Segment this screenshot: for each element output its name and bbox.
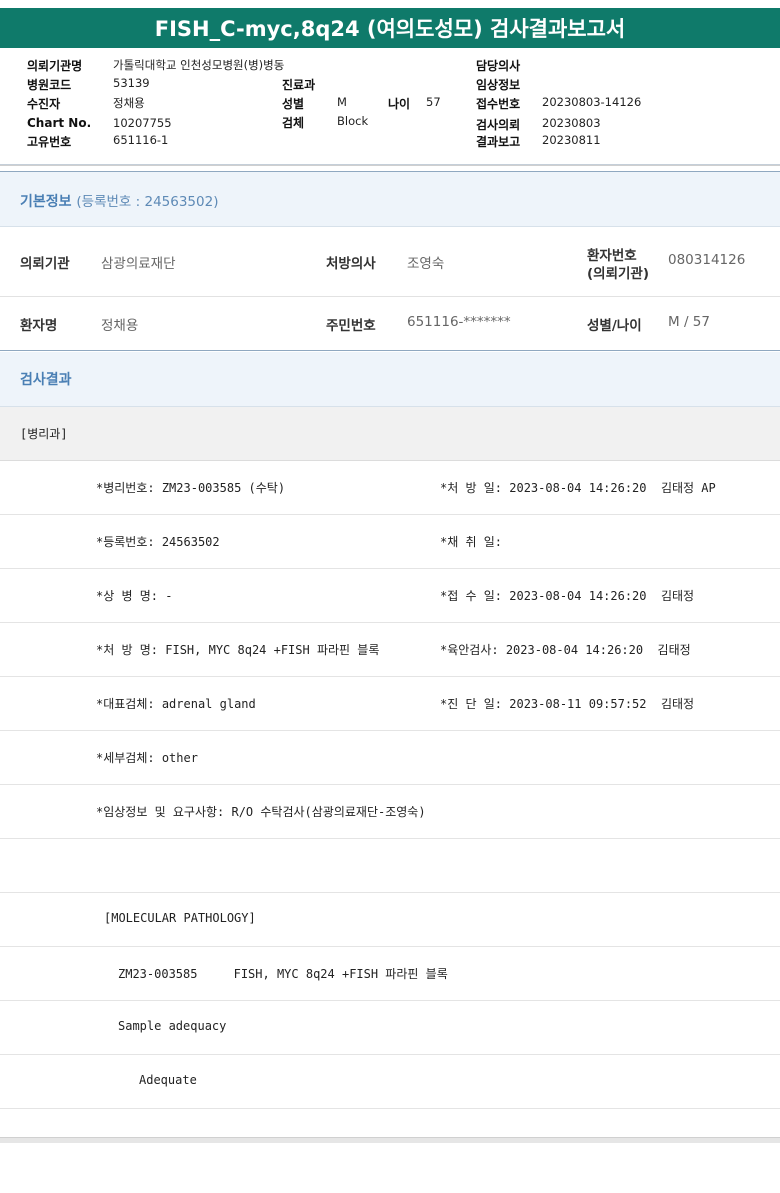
result-right: *처 방 일: 2023-08-04 14:26:20 김태정 AP	[440, 481, 716, 495]
sex-age-value: M / 57	[668, 314, 710, 330]
results-heading: 검사결과	[0, 352, 780, 407]
department-row: [병리과]	[0, 407, 780, 461]
header-label-clinical-info: 임상정보	[476, 78, 521, 92]
header-label-result-report: 결과보고	[476, 135, 521, 149]
basic-info-registration: (등록번호 : 24563502)	[76, 194, 219, 210]
header-value-hospital-code: 53139	[113, 76, 150, 90]
result-row: *상 병 명: - *접 수 일: 2023-08-04 14:26:20 김태…	[0, 569, 780, 623]
patient-name-value: 정채용	[101, 318, 139, 334]
molecular-row: Adequate	[0, 1055, 780, 1109]
result-right: *진 단 일: 2023-08-11 09:57:52 김태정	[440, 697, 695, 711]
basic-info-title: 기본정보	[20, 194, 72, 210]
department-label: [병리과]	[20, 427, 68, 441]
molecular-row: Sample adequacy	[0, 1001, 780, 1055]
header-label-department: 진료과	[282, 78, 316, 92]
header-label-doctor: 담당의사	[476, 59, 521, 73]
result-row: *임상정보 및 요구사항: R/O 수탁검사(삼광의료재단-조영숙)	[0, 785, 780, 839]
result-row-blank	[0, 839, 780, 893]
patient-number-label: 환자번호	[587, 248, 637, 264]
results-title: 검사결과	[20, 372, 72, 388]
result-right: *접 수 일: 2023-08-04 14:26:20 김태정	[440, 589, 695, 603]
result-left: *대표검체: adrenal gland	[96, 697, 256, 711]
sample-adequacy-label: Sample adequacy	[118, 1019, 227, 1033]
header-value-test-request: 20230803	[542, 116, 601, 130]
molecular-row: [MOLECULAR PATHOLOGY]	[0, 893, 780, 947]
result-row: *처 방 명: FISH, MYC 8q24 +FISH 파라핀 블록 *육안검…	[0, 623, 780, 677]
basic-info-row-2: 환자명 정채용 주민번호 651116-******* 성별/나이 M / 57	[0, 297, 780, 351]
result-row: *세부검체: other	[0, 731, 780, 785]
prescribing-doctor-value: 조영숙	[407, 256, 445, 272]
header-value-patient: 정채용	[113, 96, 145, 110]
header-value-specimen: Block	[337, 114, 369, 128]
header-value-result-report: 20230811	[542, 133, 601, 147]
header-value-chart-no: 10207755	[113, 116, 172, 130]
result-left: *임상정보 및 요구사항: R/O 수탁검사(삼광의료재단-조영숙)	[96, 805, 426, 819]
header-label-chart-no: Chart No.	[27, 116, 92, 130]
header-label-specimen: 검체	[282, 116, 305, 130]
basic-info-heading: 기본정보 (등록번호 : 24563502)	[0, 171, 780, 227]
header-label-unique-no: 고유번호	[27, 135, 72, 149]
header-value-sex: M	[337, 95, 347, 109]
resident-number-label: 주민번호	[326, 318, 376, 334]
basic-info-row-1: 의뢰기관 삼광의료재단 처방의사 조영숙 환자번호 (의뢰기관) 0803141…	[0, 227, 780, 297]
header-label-org: 의뢰기관명	[27, 59, 83, 73]
prescribing-doctor-label: 처방의사	[326, 256, 376, 272]
result-right: *육안검사: 2023-08-04 14:26:20 김태정	[440, 643, 691, 657]
header-label-receipt-no: 접수번호	[476, 97, 521, 111]
report-header: 의뢰기관명 가톨릭대학교 인천성모병원(병)병동 병원코드 53139 수진자 …	[0, 48, 780, 166]
result-left: *병리번호: ZM23-003585 (수탁)	[96, 481, 286, 495]
header-value-org: 가톨릭대학교 인천성모병원(병)병동	[113, 58, 285, 72]
requesting-org-value: 삼광의료재단	[101, 256, 176, 272]
patient-number-value: 080314126	[668, 252, 746, 268]
sex-age-label: 성별/나이	[587, 318, 642, 334]
result-row: *병리번호: ZM23-003585 (수탁) *처 방 일: 2023-08-…	[0, 461, 780, 515]
result-left: *상 병 명: -	[96, 589, 173, 603]
header-value-unique-no: 651116-1	[113, 133, 169, 147]
molecular-test-line: ZM23-003585 FISH, MYC 8q24 +FISH 파라핀 블록	[118, 967, 448, 981]
header-label-test-request: 검사의뢰	[476, 118, 521, 132]
header-label-age: 나이	[388, 97, 411, 111]
header-divider	[0, 164, 780, 165]
result-row: *등록번호: 24563502 *채 취 일:	[0, 515, 780, 569]
result-left: *등록번호: 24563502	[96, 535, 220, 549]
molecular-heading: [MOLECULAR PATHOLOGY]	[104, 911, 256, 925]
header-value-age: 57	[426, 95, 441, 109]
header-label-patient: 수진자	[27, 97, 61, 111]
result-left: *처 방 명: FISH, MYC 8q24 +FISH 파라핀 블록	[96, 643, 380, 657]
molecular-row: ZM23-003585 FISH, MYC 8q24 +FISH 파라핀 블록	[0, 947, 780, 1001]
result-left: *세부검체: other	[96, 751, 198, 765]
resident-number-value: 651116-*******	[407, 314, 511, 330]
header-label-hospital-code: 병원코드	[27, 78, 72, 92]
header-label-sex: 성별	[282, 97, 305, 111]
report-footer-bar	[0, 1137, 780, 1143]
patient-name-label: 환자명	[20, 318, 58, 334]
result-right: *채 취 일:	[440, 535, 503, 549]
patient-number-sublabel: (의뢰기관)	[587, 266, 650, 282]
result-row: *대표검체: adrenal gland *진 단 일: 2023-08-11 …	[0, 677, 780, 731]
report-title: FISH_C-myc,8q24 (여의도성모) 검사결과보고서	[0, 8, 780, 48]
sample-adequacy-value: Adequate	[139, 1073, 197, 1087]
requesting-org-label: 의뢰기관	[20, 256, 70, 272]
header-value-receipt-no: 20230803-14126	[542, 95, 642, 109]
